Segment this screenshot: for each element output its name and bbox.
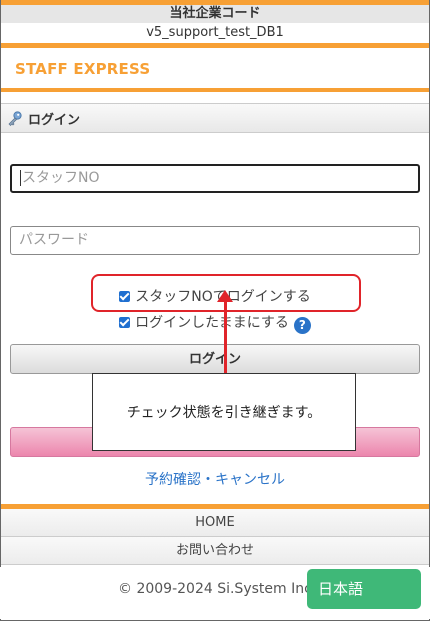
key-icon: [8, 111, 22, 126]
brand-logo-text: STAFF EXPRESS: [15, 60, 151, 78]
annotation-arrow-head-icon: [217, 290, 233, 302]
nav-contact[interactable]: お問い合わせ: [1, 537, 429, 565]
staff-no-placeholder: スタッフNO: [22, 170, 100, 186]
brand-accent-bar: [1, 88, 429, 92]
checkbox-checked-icon[interactable]: [119, 317, 131, 328]
password-placeholder: パスワード: [19, 232, 89, 248]
help-icon[interactable]: ?: [293, 317, 311, 334]
option-stay-logged-in[interactable]: ログインしたままにする?: [0, 312, 430, 334]
nav-home[interactable]: HOME: [1, 509, 429, 537]
option-label: ログインしたままにする: [135, 315, 289, 331]
reservation-link[interactable]: 予約確認・キャンセル: [0, 469, 430, 489]
footer: © 2009-2024 Si.System Inc 日本語: [0, 567, 430, 619]
brand-header: STAFF EXPRESS: [1, 48, 429, 88]
annotation-callout: チェック状態を引き継ぎます。: [92, 373, 356, 451]
company-code-value: v5_support_test_DB1: [1, 23, 429, 43]
password-input[interactable]: パスワード: [10, 226, 420, 255]
staff-no-input[interactable]: スタッフNO: [10, 164, 420, 193]
callout-text: チェック状態を引き継ぎます。: [126, 405, 322, 421]
login-section-title: ログイン: [28, 113, 81, 128]
company-code-label: 当社企業コード: [1, 5, 429, 23]
copyright-text: © 2009-2024 Si.System Inc: [118, 581, 312, 597]
annotation-arrow: [224, 300, 227, 375]
text-caret: [20, 170, 21, 186]
language-button[interactable]: 日本語: [307, 569, 421, 609]
login-button[interactable]: ログイン: [10, 344, 420, 374]
login-section-header: ログイン: [1, 103, 429, 133]
